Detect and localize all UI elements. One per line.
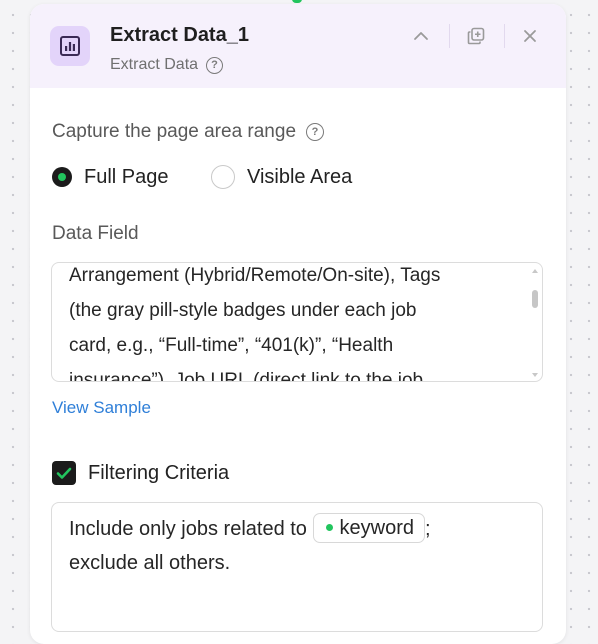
text-line: Arrangement (Hybrid/Remote/On-site), Tag…: [69, 265, 441, 286]
variable-chip[interactable]: keyword: [312, 512, 425, 543]
duplicate-button[interactable]: [464, 24, 488, 48]
scrollbar[interactable]: [532, 269, 538, 377]
criteria-text-line2: exclude all others.: [69, 552, 231, 574]
filtering-criteria-editor[interactable]: Include only jobs related to keyword ; e…: [51, 502, 543, 632]
node-type-label: Extract Data: [110, 56, 199, 73]
extract-data-node-card: Extract Data_1 Extract Data ? Capture th…: [30, 4, 566, 644]
help-icon[interactable]: ?: [206, 56, 224, 74]
radio-unselected-icon[interactable]: [211, 165, 235, 189]
radio-full-page[interactable]: Full Page: [52, 164, 169, 190]
criteria-text-after: ;: [424, 518, 431, 540]
bar-chart-icon: [50, 26, 90, 66]
text-line: card, e.g., “Full-time”, “401(k)”, “Heal…: [69, 335, 394, 356]
scroll-up-arrow-icon[interactable]: [532, 269, 538, 273]
text-line: insurance”), Job URL (direct link to the…: [69, 370, 424, 382]
radio-visible-area[interactable]: Visible Area: [211, 164, 352, 190]
duplicate-icon: [467, 27, 485, 45]
filtering-criteria-checkbox-row[interactable]: Filtering Criteria: [52, 461, 229, 485]
criteria-text-before: Include only jobs related to: [69, 518, 307, 540]
header-divider: [504, 24, 505, 48]
close-button[interactable]: [518, 24, 542, 48]
scroll-down-arrow-icon[interactable]: [532, 373, 538, 377]
filtering-criteria-text: Include only jobs related to keyword ; e…: [69, 512, 529, 580]
data-field-text: Arrangement (Hybrid/Remote/On-site), Tag…: [69, 263, 517, 382]
node-title: Extract Data_1: [110, 24, 249, 46]
close-icon: [524, 30, 536, 42]
capture-range-label-row: Capture the page area range ?: [52, 121, 325, 143]
help-icon[interactable]: ?: [306, 123, 325, 141]
filtering-criteria-label: Filtering Criteria: [88, 461, 230, 484]
collapse-button[interactable]: [409, 24, 433, 48]
checkbox-checked-icon[interactable]: [52, 461, 76, 485]
connection-handle[interactable]: [292, 0, 302, 3]
radio-label: Visible Area: [247, 165, 353, 188]
scrollbar-thumb[interactable]: [532, 290, 538, 308]
header-divider: [449, 24, 450, 48]
view-sample-link[interactable]: View Sample: [52, 398, 151, 418]
data-field-textarea[interactable]: Arrangement (Hybrid/Remote/On-site), Tag…: [51, 262, 543, 382]
radio-selected-icon[interactable]: [52, 167, 72, 187]
variable-dot-icon: [325, 524, 333, 532]
data-field-label: Data Field: [52, 223, 139, 244]
chevron-up-icon: [414, 32, 428, 40]
node-header: Extract Data_1 Extract Data ?: [30, 4, 566, 88]
variable-chip-label: keyword: [339, 516, 414, 539]
radio-label: Full Page: [84, 165, 169, 188]
node-subtitle: Extract Data ?: [110, 56, 224, 74]
text-line: (the gray pill-style badges under each j…: [69, 300, 417, 321]
capture-range-label: Capture the page area range: [52, 121, 297, 142]
